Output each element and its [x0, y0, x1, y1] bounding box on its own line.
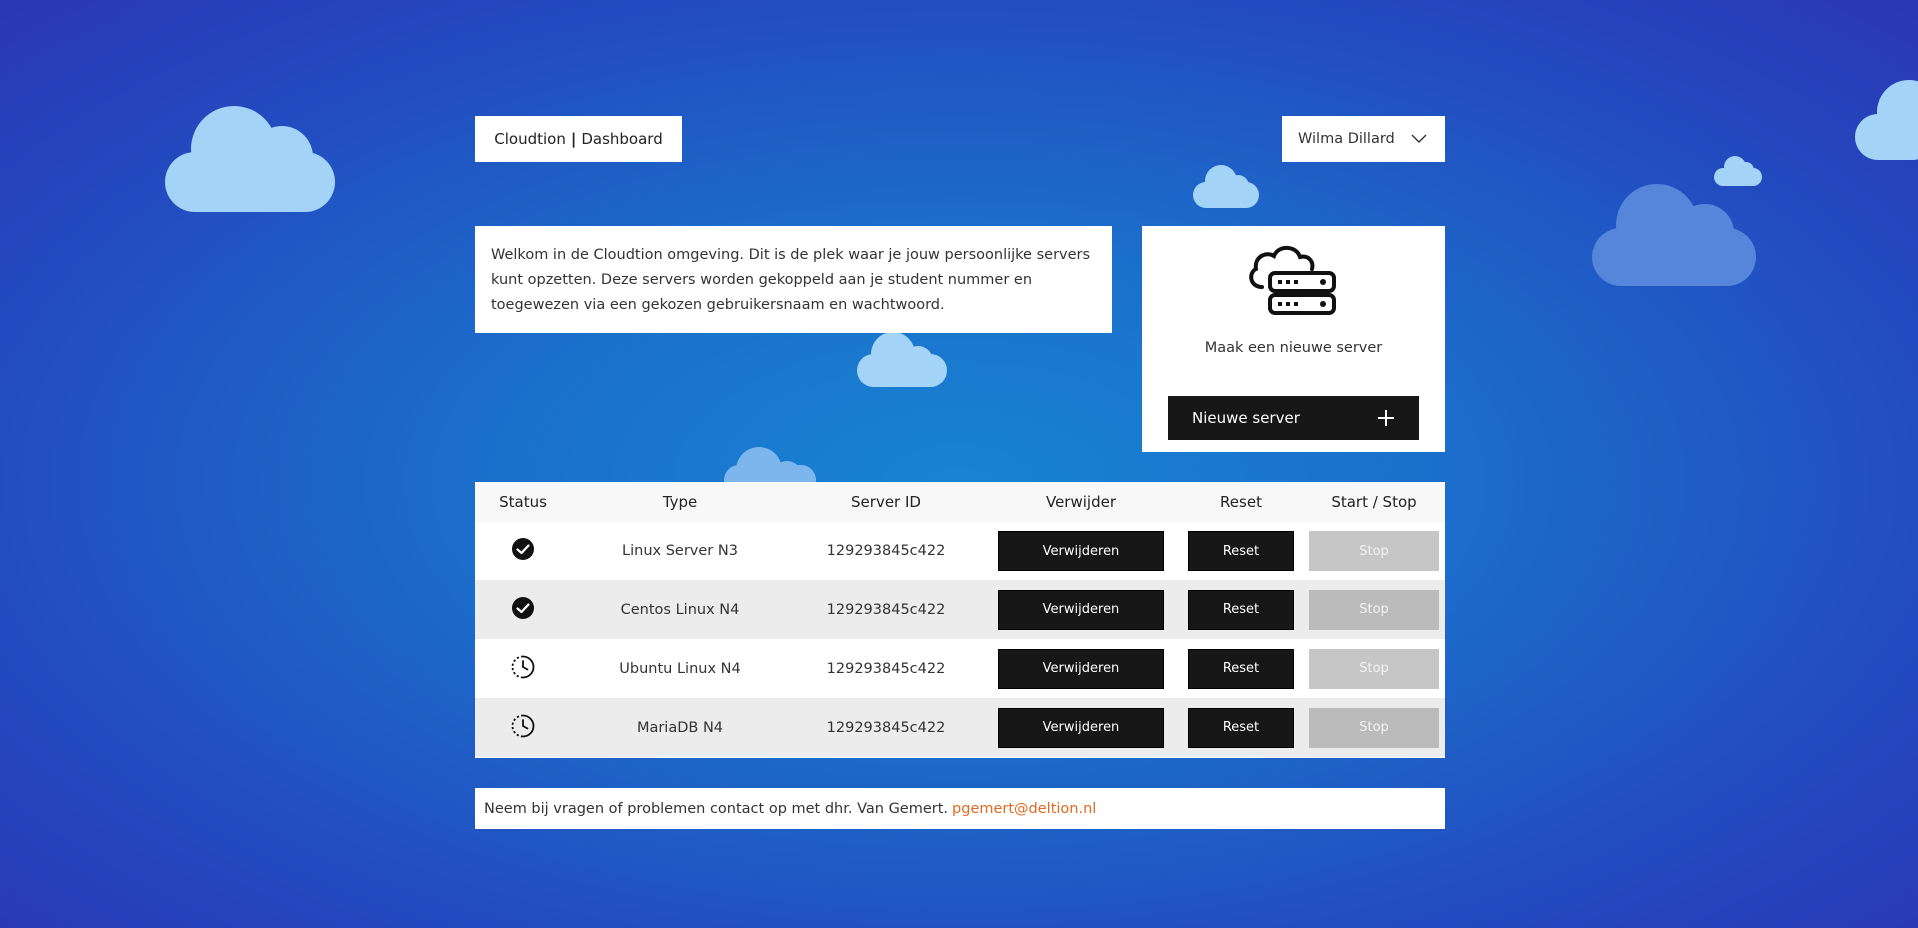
reset-button[interactable]: Reset: [1188, 531, 1294, 571]
plus-icon: [1377, 409, 1395, 431]
reset-button[interactable]: Reset: [1188, 589, 1294, 630]
clock-pending-icon: [511, 714, 535, 742]
cloud-decoration-small-top: [1193, 165, 1259, 208]
delete-cell: Verwijderen: [983, 531, 1179, 571]
cloud-decoration-left: [165, 106, 335, 212]
user-menu-dropdown[interactable]: Wilma Dillard: [1282, 116, 1445, 162]
status-cell: [475, 537, 571, 565]
chevron-down-icon: [1411, 131, 1427, 151]
status-cell: [475, 714, 571, 742]
stop-button[interactable]: Stop: [1309, 648, 1439, 689]
header-reset: Reset: [1220, 493, 1262, 511]
brand-title[interactable]: Cloudtion | Dashboard: [475, 116, 682, 162]
check-circle-icon: [511, 537, 535, 565]
reset-button[interactable]: Reset: [1188, 707, 1294, 748]
delete-button[interactable]: Verwijderen: [998, 531, 1164, 571]
header-delete: Verwijder: [1045, 493, 1116, 511]
toggle-cell: Stop: [1303, 707, 1445, 748]
cloud-decoration-right-large: [1592, 184, 1756, 286]
header-status: Status: [499, 493, 547, 511]
contact-text: Neem bij vragen of problemen contact op …: [484, 800, 949, 817]
table-row: Linux Server N3 129293845c422 Verwijdere…: [475, 522, 1445, 580]
header-start-stop: Start / Stop: [1331, 493, 1417, 511]
contact-email-link[interactable]: pgemert@deltion.nl: [952, 801, 1096, 817]
table-row: MariaDB N4 129293845c422 Verwijderen Res…: [475, 698, 1445, 757]
stop-button[interactable]: Stop: [1309, 707, 1439, 748]
server-type: Linux Server N3: [622, 543, 738, 559]
toggle-cell: Stop: [1303, 648, 1445, 689]
delete-cell: Verwijderen: [983, 589, 1179, 630]
delete-button[interactable]: Verwijderen: [998, 648, 1164, 689]
table-header: Status Type Server ID Verwijder Reset St…: [475, 482, 1445, 522]
toggle-cell: Stop: [1303, 531, 1445, 571]
user-name: Wilma Dillard: [1298, 131, 1395, 147]
new-server-button-label: Nieuwe server: [1192, 409, 1300, 427]
status-cell: [475, 655, 571, 683]
server-id: 129293845c422: [826, 660, 946, 677]
table-row: Centos Linux N4 129293845c422 Verwijdere…: [475, 580, 1445, 639]
stop-button[interactable]: Stop: [1309, 589, 1439, 630]
reset-cell: Reset: [1179, 589, 1303, 630]
cloud-decoration-behind-table: [724, 447, 816, 495]
server-type: Ubuntu Linux N4: [619, 660, 741, 677]
cloud-server-icon: [1246, 243, 1338, 325]
toggle-cell: Stop: [1303, 589, 1445, 630]
cloud-decoration-right-edge: [1855, 78, 1918, 160]
reset-cell: Reset: [1179, 648, 1303, 689]
cloud-decoration-right-small: [1714, 156, 1762, 186]
server-type: Centos Linux N4: [620, 601, 740, 618]
server-id: 129293845c422: [826, 601, 946, 618]
reset-button[interactable]: Reset: [1188, 648, 1294, 689]
reset-cell: Reset: [1179, 531, 1303, 571]
brand-name: Cloudtion: [494, 130, 566, 148]
clock-pending-icon: [511, 655, 535, 683]
status-cell: [475, 596, 571, 624]
brand-separator: |: [570, 130, 577, 148]
reset-cell: Reset: [1179, 707, 1303, 748]
new-server-card: Maak een nieuwe server Nieuwe server: [1142, 226, 1445, 452]
contact-footer: Neem bij vragen of problemen contact op …: [475, 788, 1445, 829]
new-server-caption: Maak een nieuwe server: [1204, 340, 1383, 356]
welcome-text: Welkom in de Cloudtion omgeving. Dit is …: [491, 247, 1091, 313]
table-row: Ubuntu Linux N4 129293845c422 Verwijdere…: [475, 639, 1445, 698]
page-title: Dashboard: [581, 130, 663, 148]
server-table: Status Type Server ID Verwijder Reset St…: [475, 482, 1445, 758]
server-id: 129293845c422: [826, 719, 946, 736]
welcome-message: Welkom in de Cloudtion omgeving. Dit is …: [475, 226, 1112, 333]
new-server-button[interactable]: Nieuwe server: [1168, 396, 1419, 440]
delete-cell: Verwijderen: [983, 648, 1179, 689]
server-id: 129293845c422: [826, 543, 946, 559]
delete-cell: Verwijderen: [983, 707, 1179, 748]
header-type: Type: [662, 493, 698, 511]
delete-button[interactable]: Verwijderen: [998, 707, 1164, 748]
stop-button[interactable]: Stop: [1309, 531, 1439, 571]
delete-button[interactable]: Verwijderen: [998, 589, 1164, 630]
header-server-id: Server ID: [851, 493, 921, 511]
check-circle-icon: [511, 596, 535, 624]
cloud-decoration-middle: [857, 332, 947, 387]
server-type: MariaDB N4: [636, 719, 724, 736]
